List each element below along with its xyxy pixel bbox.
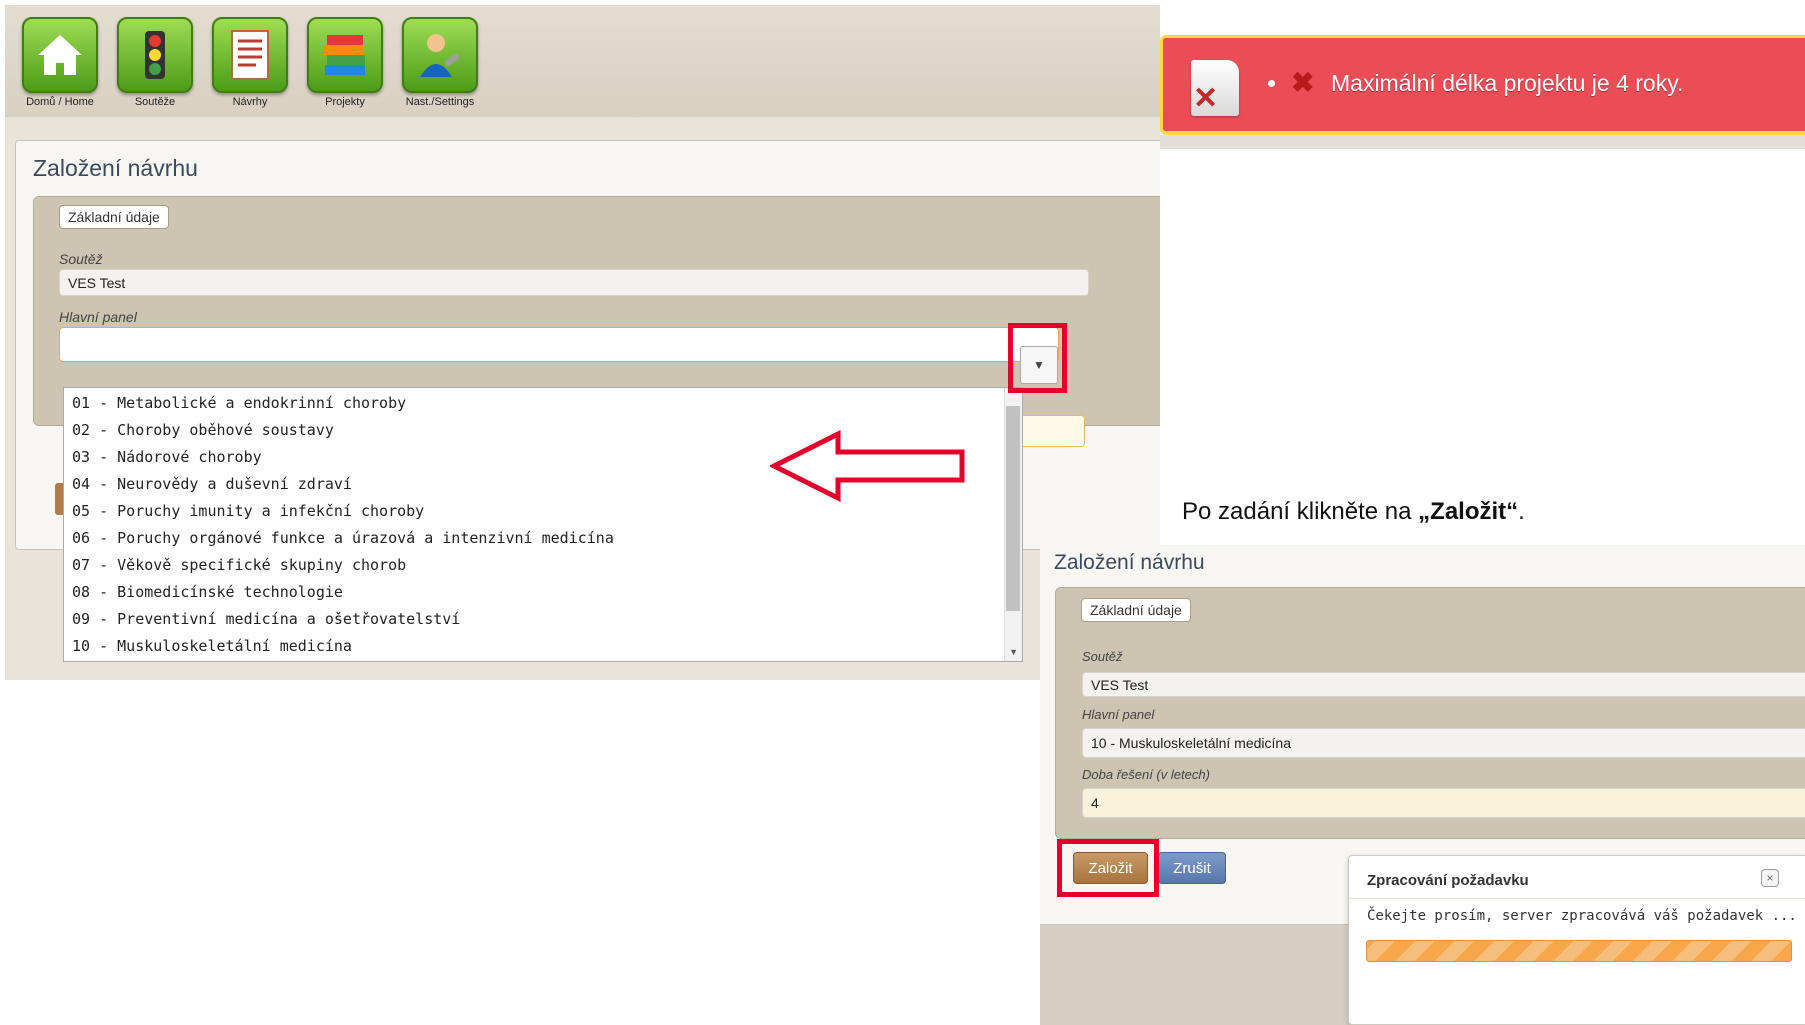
instruction-end: . (1518, 498, 1525, 525)
user-settings-icon (402, 17, 478, 93)
toolbar-projects[interactable]: Projekty (300, 17, 390, 108)
competition-field[interactable]: VES Test (59, 269, 1089, 296)
instruction-bold: „Založit“ (1418, 498, 1519, 525)
books-icon (307, 17, 383, 93)
dropdown-option[interactable]: 09 - Preventivní medicína a ošetřovatels… (72, 610, 460, 628)
dropdown-option[interactable]: 10 - Muskuloskeletální medicína (72, 637, 352, 655)
instruction-text: Po zadání klikněte na „Založit“. (1182, 498, 1525, 526)
toolbar-home-label: Domů / Home (26, 96, 94, 108)
dialog-message: Čekejte prosím, server zpracovává váš po… (1367, 908, 1797, 924)
duration-label: Doba řešení (v letech) (1082, 767, 1210, 782)
toolbar-home[interactable]: Domů / Home (15, 17, 105, 108)
processing-dialog: Zpracování požadavku × Čekejte prosím, s… (1348, 855, 1805, 1025)
duration-field[interactable]: 4 (1082, 788, 1805, 818)
main-toolbar: Domů / Home Soutěže Návrhy Projekty Nast… (5, 5, 1160, 117)
page-title: Založení návrhu (33, 155, 198, 181)
main-panel-label: Hlavní panel (1082, 707, 1155, 722)
dropdown-option[interactable]: 05 - Poruchy imunity a infekční choroby (72, 502, 424, 520)
document-icon (212, 17, 288, 93)
toolbar-proposals[interactable]: Návrhy (205, 17, 295, 108)
error-x-icon: ✖ (1291, 67, 1315, 98)
screenshot-dropdown-step: Domů / Home Soutěže Návrhy Projekty Nast… (5, 5, 1160, 680)
error-notification: ✕ ✖ Maximální délka projektu je 4 roky. (1160, 35, 1805, 135)
competition-field[interactable]: VES Test (1082, 672, 1805, 697)
progress-bar (1366, 940, 1792, 962)
error-message: Maximální délka projektu je 4 roky. (1331, 70, 1684, 96)
dropdown-option[interactable]: 04 - Neurovědy a duševní zdraví (72, 475, 352, 493)
instruction-lead: Po zadání klikněte na (1182, 498, 1419, 525)
fieldset-legend: Základní údaje (59, 205, 169, 229)
main-panel-label: Hlavní panel (59, 309, 137, 325)
toolbar-settings[interactable]: Nast./Settings (395, 17, 485, 108)
dropdown-option[interactable]: 01 - Metabolické a endokrinní choroby (72, 394, 406, 412)
competition-label: Soutěž (59, 251, 103, 267)
home-icon (22, 17, 98, 93)
screenshot-submit-step: Založení návrhu Základní údaje Soutěž VE… (1040, 545, 1805, 1025)
toolbar-projects-label: Projekty (325, 96, 365, 108)
toolbar-proposals-label: Návrhy (232, 96, 268, 108)
main-panel-select[interactable]: 10 - Muskuloskeletální medicína (1082, 728, 1805, 758)
dropdown-option[interactable]: 08 - Biomedicínské technologie (72, 583, 343, 601)
close-icon[interactable]: × (1761, 869, 1779, 887)
bullet-icon (1268, 80, 1275, 87)
duration-field-partial[interactable] (1015, 415, 1085, 447)
dialog-title: Zpracování požadavku (1367, 872, 1529, 889)
error-document-icon: ✕ (1191, 60, 1239, 116)
toolbar-settings-label: Nast./Settings (405, 96, 475, 108)
banner-divider (1160, 135, 1805, 149)
scrollbar-thumb[interactable] (1006, 406, 1020, 611)
dropdown-scrollbar[interactable]: ▼ (1004, 388, 1022, 661)
competition-label: Soutěž (1082, 649, 1123, 664)
main-panel-dropdown-list[interactable]: 01 - Metabolické a endokrinní choroby 02… (63, 387, 1023, 662)
dropdown-option[interactable]: 03 - Nádorové choroby (72, 448, 262, 466)
arrow-left-icon (770, 430, 965, 502)
toolbar-competitions[interactable]: Soutěže (110, 17, 200, 108)
fieldset-legend: Základní údaje (1081, 598, 1191, 622)
dialog-divider (1349, 898, 1805, 899)
traffic-light-icon (117, 17, 193, 93)
submit-highlight-box (1057, 839, 1159, 897)
dropdown-highlight-box (1008, 323, 1067, 393)
dropdown-option[interactable]: 02 - Choroby oběhové soustavy (72, 421, 334, 439)
scroll-down-arrow-icon[interactable]: ▼ (1009, 647, 1018, 657)
toolbar-competitions-label: Soutěže (134, 96, 176, 108)
page-title: Založení návrhu (1054, 551, 1205, 574)
dropdown-option[interactable]: 07 - Věkově specifické skupiny chorob (72, 556, 406, 574)
cancel-button[interactable]: Zrušit (1158, 852, 1226, 884)
main-panel-select[interactable] (59, 327, 1059, 362)
dropdown-option[interactable]: 06 - Poruchy orgánové funkce a úrazová a… (72, 529, 614, 547)
